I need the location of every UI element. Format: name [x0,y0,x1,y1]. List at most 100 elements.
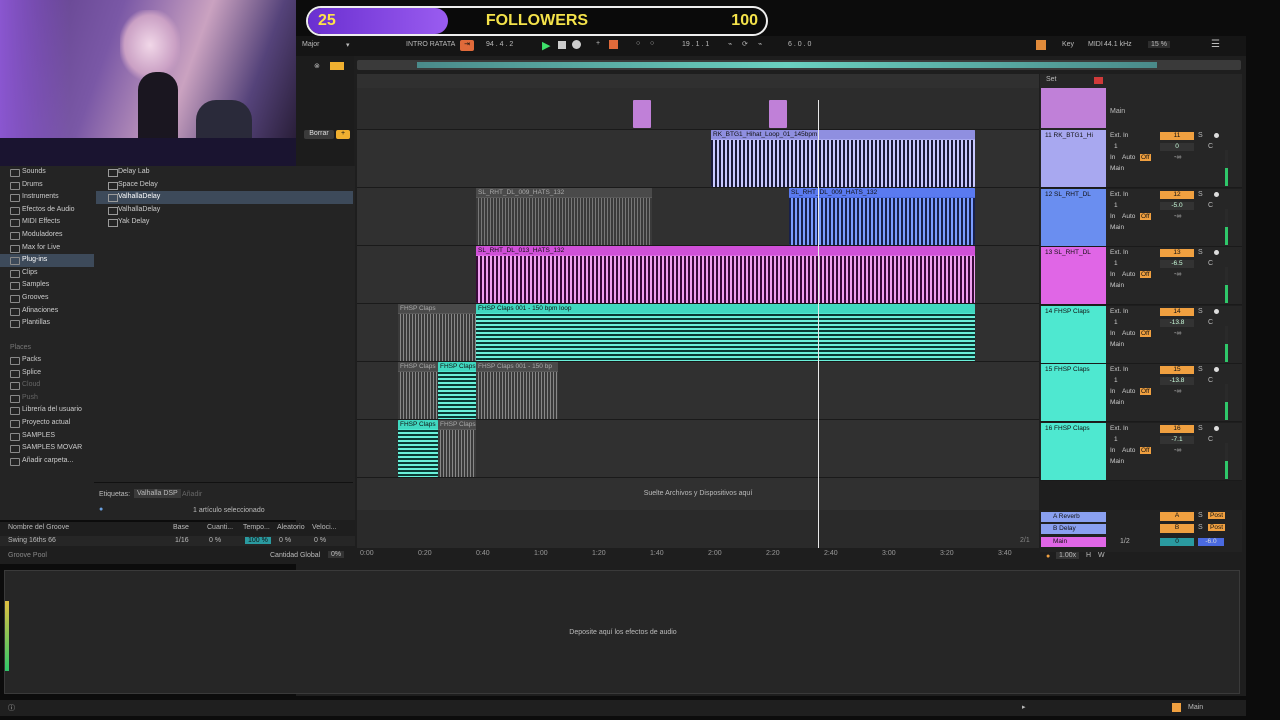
return-activator[interactable]: B [1160,524,1194,533]
monitor-in[interactable]: In [1110,213,1115,220]
input-type[interactable]: Ext. In [1110,308,1128,315]
track-volume[interactable]: -6.5 [1160,260,1194,268]
draw-mode-icon[interactable] [1036,40,1046,50]
clip-hats009-a[interactable]: SL_RHT_DL_009_HATS_132 [476,188,652,245]
zoom-icon[interactable]: ● [1046,553,1050,560]
clip-hats013[interactable]: SL_RHT_DL_013_HATS_132 [476,246,975,303]
clip-hats009-b[interactable]: SL_RHT_DL_009_HATS_132 [789,188,975,245]
master-pan[interactable]: -6.0 [1198,538,1224,546]
clip-claps-grey[interactable]: FHSP Claps [398,304,476,361]
track-output[interactable]: Main [1110,399,1124,406]
track-name[interactable]: 14 FHSP Claps [1041,305,1106,363]
place-item[interactable]: SAMPLES MOVAR [0,442,94,455]
input-type[interactable]: Ext. In [1110,191,1128,198]
track-volume[interactable]: 0 [1160,143,1194,151]
mixer-toggle-w[interactable]: W [1098,552,1105,559]
track-output[interactable]: Main [1110,224,1124,231]
groove-row[interactable]: Swing 16ths 66 1/16 0 % 100 % 0 % 0 % [0,536,355,546]
clip-rk-btg[interactable]: RK_BTG1_Hihat_Loop_01_145bpm [711,130,975,187]
pan-knob[interactable]: C [1208,143,1213,150]
browser-category[interactable]: Max for Live [0,242,94,255]
place-item[interactable]: Librería del usuario [0,404,94,417]
track-output[interactable]: Main [1110,165,1124,172]
solo-button[interactable]: S [1198,249,1203,256]
track-output[interactable]: Main [1110,458,1124,465]
loop-length[interactable]: 6 . 0 . 0 [788,41,811,48]
clip[interactable] [769,100,787,128]
input-type[interactable]: Ext. In [1110,366,1128,373]
loop-record-icon[interactable] [609,40,618,49]
track-name[interactable]: 15 FHSP Claps [1041,364,1106,421]
monitor-in[interactable]: In [1110,447,1115,454]
groove-cell[interactable]: 0 % [314,537,326,544]
track-name[interactable]: 13 SL_RHT_DL [1041,247,1106,304]
input-channel[interactable]: 1 [1114,436,1118,443]
arm-icon[interactable] [1214,425,1219,431]
monitor-auto[interactable]: Auto [1122,330,1135,337]
browser-item[interactable]: Space Delay [96,179,353,192]
info-icon[interactable]: ⓘ [8,703,15,713]
record-icon[interactable] [572,40,581,49]
monitor-in[interactable]: In [1110,271,1115,278]
follow-button[interactable]: ⇥ [460,40,474,51]
clip[interactable] [633,100,651,128]
set-locator-button[interactable]: Set [1046,76,1057,83]
master-track[interactable]: Main [1041,537,1106,547]
solo-button[interactable]: S [1198,132,1203,139]
browser-category[interactable]: Drums [0,179,94,192]
delete-button[interactable]: Borrar [304,130,334,139]
arm-icon[interactable] [1214,250,1219,255]
pan-knob[interactable]: C [1208,319,1213,326]
track-volume[interactable]: -5.0 [1160,201,1194,210]
groove-cell[interactable]: 1/16 [175,537,189,544]
browser-category[interactable]: Clips [0,267,94,280]
track-name[interactable]: 11 RK_BTG1_Hi [1041,130,1106,187]
track-header[interactable]: 15 FHSP Claps Ext. In 1 In Auto Off Main 15 -13.… [1040,364,1242,422]
place-item[interactable]: Push [0,392,94,405]
monitor-auto[interactable]: Auto [1122,447,1135,454]
solo-button[interactable]: S [1198,425,1203,432]
browser-category[interactable]: Sounds [0,166,94,179]
track-volume[interactable]: -13.8 [1160,318,1194,327]
input-channel[interactable]: 1 [1114,260,1118,267]
browser-item[interactable]: Delay Lab [96,166,353,179]
add-icon[interactable]: + [596,40,600,47]
return-track[interactable]: A Reverb [1041,512,1106,522]
browser-category[interactable]: Moduladores [0,229,94,242]
locator-icon[interactable] [1094,77,1103,84]
monitor-auto[interactable]: Auto [1122,154,1135,161]
input-type[interactable]: Ext. In [1110,132,1128,139]
metronome-icon[interactable]: ○ [636,40,640,47]
monitor-off[interactable]: Off [1140,154,1151,161]
track-activator[interactable]: 11 [1160,132,1194,140]
punch-out-icon[interactable]: ⌁ [758,40,762,48]
browser-category[interactable]: Samples [0,279,94,292]
track-header[interactable]: 12 SL_RHT_DL Ext. In 1 In Auto Off Main 12 -5.0 S… [1040,188,1242,247]
input-type[interactable]: Ext. In [1110,425,1128,432]
stop-icon[interactable] [558,41,566,49]
track-volume[interactable]: -13.8 [1160,377,1194,385]
add-button[interactable]: + [336,130,350,139]
tag-add[interactable]: Añadir [182,491,202,498]
browser-category[interactable]: Plantillas [0,317,94,330]
track-header[interactable]: 13 SL_RHT_DL Ext. In 1 In Auto Off Main 13 -6.5 S… [1040,247,1242,305]
track-activator[interactable]: 15 [1160,366,1194,374]
track-output[interactable]: Main [1110,341,1124,348]
return-track[interactable]: B Delay [1041,524,1106,534]
monitor-off[interactable]: Off [1140,329,1151,337]
input-channel[interactable]: 1 [1114,319,1118,326]
solo-button[interactable]: S [1198,366,1203,373]
menu-icon[interactable]: ☰ [1211,39,1220,50]
monitor-off[interactable]: Off [1140,212,1151,220]
solo-button[interactable]: S [1198,512,1203,519]
input-channel[interactable]: 1 [1114,202,1118,209]
track-name[interactable]: 16 FHSP Claps [1041,422,1106,480]
browser-item[interactable]: ValhallaDelay [96,204,353,217]
monitor-off[interactable]: Off [1140,446,1151,454]
close-icon[interactable]: ⊗ [314,62,320,70]
arm-icon[interactable] [1214,308,1219,314]
zoom-level[interactable]: 1.00x [1056,552,1080,559]
browser-category[interactable]: Instruments [0,191,94,204]
pan-knob[interactable]: C [1208,260,1213,267]
input-type[interactable]: Ext. In [1110,249,1128,256]
